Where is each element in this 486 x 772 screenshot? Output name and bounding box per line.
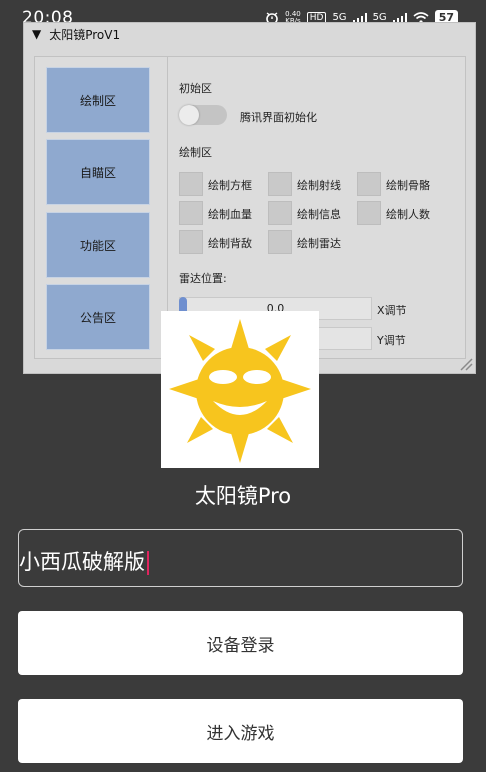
checkbox-label: 绘制方框 <box>208 179 252 192</box>
app-logo <box>161 311 319 468</box>
tab-aim[interactable]: 自瞄区 <box>46 139 150 205</box>
menu-tab-panel: 绘制区 自瞄区 功能区 公告区 <box>34 56 178 359</box>
card-key-value: 小西瓜破解版 <box>19 550 145 574</box>
checkbox-draw-info[interactable] <box>268 201 292 225</box>
checkbox-draw-behind-enemy[interactable] <box>179 230 203 254</box>
text-caret <box>147 551 149 575</box>
menu-titlebar[interactable]: ▼ 太阳镜ProV1 <box>24 23 475 45</box>
checkbox-draw-count[interactable] <box>357 201 381 225</box>
checkbox-label: 绘制射线 <box>297 179 341 192</box>
checkbox-label: 绘制信息 <box>297 208 341 221</box>
init-section-label: 初始区 <box>179 82 212 95</box>
checkbox-label: 绘制骨骼 <box>386 179 430 192</box>
app-title: 太阳镜Pro <box>194 484 292 508</box>
checkbox-draw-radar[interactable] <box>268 230 292 254</box>
menu-title: 太阳镜ProV1 <box>49 27 121 42</box>
checkbox-draw-health[interactable] <box>179 201 203 225</box>
checkbox-label: 绘制血量 <box>208 208 252 221</box>
enter-game-button[interactable]: 进入游戏 <box>18 699 463 763</box>
signal-bars-icon <box>392 12 407 23</box>
screen: 20:08 0.40 KB/s HD 5G 5G 57 ▼ 太阳镜ProV1 绘… <box>0 0 486 772</box>
checkbox-draw-ray[interactable] <box>268 172 292 196</box>
draw-section-label: 绘制区 <box>179 146 212 159</box>
checkbox-label: 绘制雷达 <box>297 237 341 250</box>
resize-grip-icon[interactable] <box>459 357 473 371</box>
checkbox-draw-box[interactable] <box>179 172 203 196</box>
card-key-input[interactable]: 小西瓜破解版 <box>18 529 463 587</box>
radar-section-label: 雷达位置: <box>179 272 227 285</box>
tab-draw[interactable]: 绘制区 <box>46 67 150 133</box>
checkbox-draw-skeleton[interactable] <box>357 172 381 196</box>
tab-function[interactable]: 功能区 <box>46 212 150 278</box>
checkbox-label: 绘制背敌 <box>208 237 252 250</box>
checkbox-label: 绘制人数 <box>386 208 430 221</box>
radar-x-label: X调节 <box>377 304 407 317</box>
init-toggle-knob[interactable] <box>179 105 199 125</box>
sun-logo-icon <box>169 319 311 463</box>
tab-notice[interactable]: 公告区 <box>46 284 150 350</box>
radar-y-label: Y调节 <box>377 334 406 347</box>
device-login-button[interactable]: 设备登录 <box>18 611 463 675</box>
collapse-arrow-icon[interactable]: ▼ <box>32 27 41 41</box>
init-toggle-label: 腾讯界面初始化 <box>240 111 317 124</box>
signal-bars-icon <box>352 12 367 23</box>
